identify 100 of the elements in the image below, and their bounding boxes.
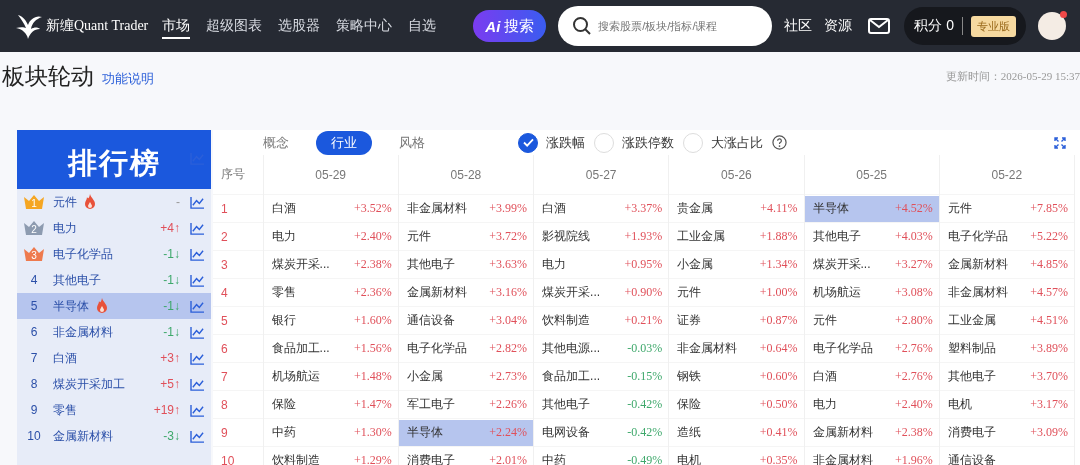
category-tab[interactable]: 行业 (316, 130, 372, 155)
table-cell[interactable]: 钢铁 +0.60% (669, 363, 804, 390)
line-chart-icon[interactable] (190, 325, 205, 339)
table-cell[interactable]: 元件 +3.72% (398, 223, 534, 250)
table-cell[interactable]: 通信设备 +3.04% (398, 307, 534, 334)
table-cell[interactable]: 煤炭开采... +0.90% (534, 279, 669, 306)
table-cell[interactable]: 工业金属 +4.51% (939, 307, 1074, 334)
table-cell[interactable]: 贵金属 +4.11% (669, 195, 804, 222)
table-cell[interactable]: 小金属 +2.73% (398, 363, 534, 390)
ranking-row[interactable]: 6 非金属材料 -1↓ (17, 319, 211, 345)
points-panel[interactable]: 积分 0 专业版 (904, 7, 1026, 45)
ranking-row[interactable]: 7 白酒 +3↑ (17, 345, 211, 371)
table-cell[interactable]: 非金属材料 +4.57% (939, 279, 1074, 306)
category-tab[interactable]: 风格 (384, 130, 440, 155)
nav-link[interactable]: 社区 (784, 17, 813, 35)
table-cell[interactable]: 工业金属 +1.88% (669, 223, 804, 250)
table-cell[interactable]: 电机 +0.35% (669, 447, 804, 465)
table-cell[interactable]: 影视院线 +1.93% (534, 223, 669, 250)
radio-icon[interactable] (518, 132, 538, 153)
table-cell[interactable]: 电子化学品 +2.76% (804, 335, 939, 362)
line-chart-icon[interactable] (190, 273, 205, 287)
table-cell[interactable]: 电力 +2.40% (263, 223, 398, 250)
line-chart-icon[interactable] (190, 351, 205, 365)
ranking-row[interactable]: 3 电子化学品 -1↓ (17, 241, 211, 267)
table-cell[interactable]: 其他电子 +4.03% (804, 223, 939, 250)
ranking-row[interactable]: 8 煤炭开采加工 +5↑ (17, 371, 211, 397)
line-chart-icon[interactable] (190, 299, 205, 313)
table-cell[interactable]: 银行 +1.60% (263, 307, 398, 334)
user-avatar[interactable] (1038, 12, 1066, 40)
line-chart-icon[interactable] (190, 247, 205, 261)
table-cell[interactable]: 非金属材料 +1.96% (804, 447, 939, 465)
nav-item[interactable]: 选股器 (278, 13, 321, 39)
line-chart-icon[interactable] (190, 221, 205, 235)
table-cell[interactable]: 饮料制造 +1.29% (263, 447, 398, 465)
table-cell[interactable]: 保险 +0.50% (669, 391, 804, 418)
table-cell[interactable]: 元件 +7.85% (939, 195, 1074, 222)
table-cell[interactable]: 食品加工... +1.56% (263, 335, 398, 362)
table-cell[interactable]: 消费电子 +3.09% (939, 419, 1074, 446)
table-cell[interactable]: 非金属材料 +0.64% (669, 335, 804, 362)
table-cell[interactable]: 其他电子 +3.63% (398, 251, 534, 278)
search-field[interactable]: 搜索股票/板块/指标/课程 (558, 6, 773, 46)
table-cell[interactable]: 电子化学品 +2.82% (398, 335, 534, 362)
help-icon[interactable] (772, 135, 787, 150)
table-cell[interactable]: 白酒 +3.37% (534, 195, 669, 222)
table-cell[interactable]: 军工电子 +2.26% (398, 391, 534, 418)
table-cell[interactable]: 饮料制造 +0.21% (534, 307, 669, 334)
nav-link[interactable]: 资源 (824, 17, 853, 35)
table-cell[interactable]: 零售 +2.36% (263, 279, 398, 306)
table-cell[interactable]: 半导体 +4.52% (804, 195, 939, 222)
table-cell[interactable]: 金属新材料 +3.16% (398, 279, 534, 306)
line-chart-icon[interactable] (190, 195, 205, 209)
help-link[interactable]: 功能说明 (102, 70, 154, 88)
table-cell[interactable]: 中药 +1.30% (263, 419, 398, 446)
table-cell[interactable]: 非金属材料 +3.99% (398, 195, 534, 222)
ranking-row[interactable]: 5 半导体 -1↓ (17, 293, 211, 319)
ranking-row[interactable]: 9 零售 +19↑ (17, 397, 211, 423)
ai-search-button[interactable]: Ai 搜索 (473, 10, 547, 42)
table-cell[interactable]: 煤炭开采... +2.38% (263, 251, 398, 278)
table-cell[interactable]: 电网设备 -0.42% (534, 419, 669, 446)
table-cell[interactable]: 电子化学品 +5.22% (939, 223, 1074, 250)
table-cell[interactable]: 小金属 +1.34% (669, 251, 804, 278)
expand-icon[interactable] (1054, 136, 1066, 149)
table-cell[interactable]: 金属新材料 +4.85% (939, 251, 1074, 278)
table-cell[interactable]: 电力 +2.40% (804, 391, 939, 418)
nav-item[interactable]: 自选 (408, 13, 437, 39)
line-chart-icon[interactable] (190, 403, 205, 417)
ranking-row[interactable]: 4 其他电子 -1↓ (17, 267, 211, 293)
table-cell[interactable]: 机场航运 +3.08% (804, 279, 939, 306)
table-cell[interactable]: 白酒 +3.52% (263, 195, 398, 222)
table-cell[interactable]: 消费电子 +2.01% (398, 447, 534, 465)
table-cell[interactable]: 其他电子 +3.70% (939, 363, 1074, 390)
line-chart-icon[interactable] (190, 377, 205, 391)
table-cell[interactable]: 电机 +3.17% (939, 391, 1074, 418)
nav-item[interactable]: 市场 (162, 13, 191, 39)
table-cell[interactable]: 食品加工... -0.15% (534, 363, 669, 390)
table-cell[interactable]: 中药 -0.49% (534, 447, 669, 465)
table-cell[interactable]: 半导体 +2.24% (398, 419, 534, 446)
metric-radio[interactable]: 涨跌幅 (518, 132, 585, 153)
table-cell[interactable]: 煤炭开采... +3.27% (804, 251, 939, 278)
category-tab[interactable]: 概念 (248, 130, 304, 155)
table-cell[interactable]: 元件 +2.80% (804, 307, 939, 334)
mail-icon[interactable] (868, 18, 891, 34)
table-cell[interactable]: 机场航运 +1.48% (263, 363, 398, 390)
table-cell[interactable]: 其他电子 -0.42% (534, 391, 669, 418)
line-chart-icon[interactable] (190, 429, 205, 443)
ranking-row[interactable]: 2 电力 +4↑ (17, 215, 211, 241)
nav-item[interactable]: 策略中心 (336, 13, 393, 39)
metric-radio[interactable]: 大涨占比 (683, 132, 763, 153)
table-cell[interactable]: 白酒 +2.76% (804, 363, 939, 390)
table-cell[interactable]: 塑料制品 +3.89% (939, 335, 1074, 362)
table-cell[interactable]: 元件 +1.00% (669, 279, 804, 306)
ranking-row[interactable]: 10 金属新材料 -3↓ (17, 423, 211, 449)
table-cell[interactable]: 通信设备 (939, 447, 1074, 465)
table-cell[interactable]: 电力 +0.95% (534, 251, 669, 278)
metric-radio[interactable]: 涨跌停数 (594, 132, 674, 153)
ranking-row[interactable]: 1 元件 - (17, 189, 211, 215)
nav-item[interactable]: 超级图表 (206, 13, 263, 39)
table-cell[interactable]: 造纸 +0.41% (669, 419, 804, 446)
table-cell[interactable]: 金属新材料 +2.38% (804, 419, 939, 446)
table-cell[interactable]: 证券 +0.87% (669, 307, 804, 334)
